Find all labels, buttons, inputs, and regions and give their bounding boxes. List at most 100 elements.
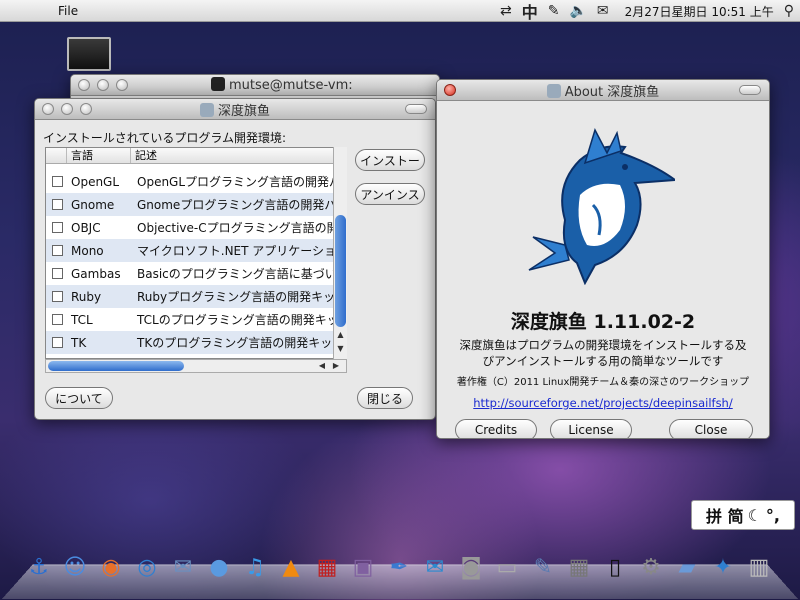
close-button[interactable]: 閉じる bbox=[357, 387, 413, 409]
vlc-icon[interactable]: ▲ bbox=[274, 550, 308, 584]
mail-status-icon[interactable]: ✉ bbox=[597, 3, 609, 19]
installed-list[interactable]: 言語 記述 OpenGL OpenGLプログラミング言語の開発パ Gnome Gnom… bbox=[45, 147, 347, 359]
quill-icon[interactable]: ✒ bbox=[382, 550, 416, 584]
list-item-description: Rubyプログラミング言語の開発キッ bbox=[137, 290, 336, 304]
about-window: About 深度旗鱼 深度旗鱼 1.11.02-2 深度旗鱼はプログラムの開発環… bbox=[436, 79, 770, 439]
list-item[interactable]: Gambas Basicのプログラミング言語に基づい bbox=[46, 262, 346, 285]
main-title: 深度旗鱼 bbox=[35, 100, 435, 119]
input-switch-icon[interactable]: ⇄ bbox=[500, 3, 512, 19]
vertical-scroll-thumb[interactable] bbox=[335, 215, 346, 327]
people-icon[interactable]: ● bbox=[202, 550, 236, 584]
list-item-checkbox[interactable] bbox=[52, 176, 63, 187]
list-item-checkbox[interactable] bbox=[52, 291, 63, 302]
list-item-checkbox[interactable] bbox=[52, 222, 63, 233]
uninstall-button[interactable]: アンインス bbox=[355, 183, 425, 205]
terminal-title: mutse@mutse-vm: bbox=[211, 77, 439, 93]
main-titlebar[interactable]: 深度旗鱼 bbox=[35, 99, 435, 120]
tools-icon[interactable]: ✎ bbox=[548, 3, 560, 19]
list-item-name: OpenGL bbox=[71, 174, 120, 189]
settings-icon[interactable]: ⚙ bbox=[634, 550, 668, 584]
list-item[interactable]: TCL TCLのプログラミング言語の開発キッ bbox=[46, 308, 346, 331]
column-check[interactable] bbox=[46, 148, 66, 163]
terminal-titlebar[interactable]: mutse@mutse-vm: bbox=[71, 75, 439, 96]
scroll-down-arrow-icon[interactable]: ▼ bbox=[334, 343, 347, 355]
list-item-description: Gnomeプログラミング言語の開発パ bbox=[137, 198, 337, 212]
terminal-title-icon bbox=[211, 77, 225, 91]
credits-button[interactable]: Credits bbox=[455, 419, 537, 438]
list-item-checkbox[interactable] bbox=[52, 245, 63, 256]
scanner-icon[interactable]: ▭ bbox=[490, 550, 524, 584]
volume-icon[interactable]: 🔈 bbox=[569, 3, 586, 19]
calculator-icon[interactable]: ▦ bbox=[562, 550, 596, 584]
list-item-checkbox[interactable] bbox=[52, 337, 63, 348]
camera-icon[interactable]: ◙ bbox=[454, 550, 488, 584]
list-item[interactable]: OBJC Objective-Cプログラミング言語の開 bbox=[46, 216, 346, 239]
list-item-description: Basicのプログラミング言語に基づい bbox=[137, 267, 337, 281]
ime-indicator[interactable]: 拼 简 ☾ °, bbox=[691, 500, 795, 530]
sailfish-icon[interactable]: ✦ bbox=[706, 550, 740, 584]
folder-icon[interactable]: ▰ bbox=[670, 550, 704, 584]
horizontal-scrollbar[interactable]: ◀ ▶ bbox=[45, 359, 347, 373]
list-item-description: TCLのプログラミング言語の開発キッ bbox=[137, 313, 339, 327]
desktop-computer-icon[interactable] bbox=[67, 37, 111, 71]
ime-status-icon[interactable]: 中 bbox=[522, 0, 538, 23]
textedit-icon[interactable]: ✎ bbox=[526, 550, 560, 584]
iphoto-icon[interactable]: ▣ bbox=[346, 550, 380, 584]
app-description: 深度旗鱼はプログラムの開発環境をインストールする及びアンインストールする用の簡単… bbox=[459, 338, 747, 368]
horizontal-scroll-thumb[interactable] bbox=[48, 361, 184, 371]
list-item[interactable]: Mono マイクロソフト.NET アプリケーショ bbox=[46, 239, 346, 262]
main-zoom-button[interactable] bbox=[80, 103, 92, 115]
project-link[interactable]: http://sourceforge.net/projects/deepinsa… bbox=[437, 396, 769, 410]
list-item-checkbox[interactable] bbox=[52, 199, 63, 210]
list-item-name: Mono bbox=[71, 243, 104, 258]
anchor-icon[interactable]: ⚓ bbox=[22, 550, 56, 584]
list-item-name: TCL bbox=[71, 312, 93, 327]
column-description[interactable]: 記述 bbox=[130, 148, 346, 163]
toolbar-toggle-button[interactable] bbox=[405, 104, 427, 114]
app-copyright: 著作権（C）2011 Linux開発チーム＆秦の深さのワークショップ bbox=[456, 377, 750, 388]
mail-icon[interactable]: ✉ bbox=[166, 550, 200, 584]
main-minimize-button[interactable] bbox=[61, 103, 73, 115]
about-toolbar-toggle-button[interactable] bbox=[739, 85, 761, 95]
trash-icon[interactable]: ▥ bbox=[742, 550, 776, 584]
list-item[interactable]: OpenGL OpenGLプログラミング言語の開発パ bbox=[46, 170, 346, 193]
chrome-icon[interactable]: ◎ bbox=[130, 550, 164, 584]
photo-booth-icon[interactable]: ▦ bbox=[310, 550, 344, 584]
list-item-checkbox[interactable] bbox=[52, 314, 63, 325]
list-column-header: 言語 記述 bbox=[46, 148, 346, 164]
about-close-action-button[interactable]: Close bbox=[669, 419, 753, 438]
finder-icon[interactable]: ☺ bbox=[58, 550, 92, 584]
menu-file[interactable]: File bbox=[58, 4, 78, 18]
about-titlebar[interactable]: About 深度旗鱼 bbox=[437, 80, 769, 101]
list-item-description: マイクロソフト.NET アプリケーショ bbox=[137, 244, 337, 258]
scroll-up-arrow-icon[interactable]: ▲ bbox=[334, 329, 347, 341]
about-close-button[interactable] bbox=[444, 84, 456, 96]
list-item[interactable]: Gnome Gnomeプログラミング言語の開発パ bbox=[46, 193, 346, 216]
menubar-clock[interactable]: 2月27日星期日 10:51 上午 bbox=[625, 3, 774, 20]
menubar-status-area: ⇄ 中 ✎ 🔈 ✉ 2月27日星期日 10:51 上午 ⚲ bbox=[500, 0, 800, 22]
terminal-minimize-button[interactable] bbox=[97, 79, 109, 91]
about-title: About 深度旗鱼 bbox=[437, 81, 769, 100]
about-button[interactable]: について bbox=[45, 387, 113, 409]
ime-mode-text: 拼 简 bbox=[706, 507, 744, 526]
license-button[interactable]: License bbox=[550, 419, 632, 438]
mail-app-icon[interactable]: ✉ bbox=[418, 550, 452, 584]
list-item-checkbox[interactable] bbox=[52, 268, 63, 279]
terminal-zoom-button[interactable] bbox=[116, 79, 128, 91]
scroll-right-arrow-icon[interactable]: ▶ bbox=[330, 360, 342, 372]
terminal-icon[interactable]: ▯ bbox=[598, 550, 632, 584]
list-item[interactable]: Ruby Rubyプログラミング言語の開発キッ bbox=[46, 285, 346, 308]
list-item[interactable]: TK TKのプログラミング言語の開発キッ bbox=[46, 331, 346, 354]
itunes-icon[interactable]: ♫ bbox=[238, 550, 272, 584]
terminal-close-button[interactable] bbox=[78, 79, 90, 91]
punctuation-icon: °, bbox=[765, 505, 780, 525]
install-button[interactable]: インストー bbox=[355, 149, 425, 171]
list-item-name: Ruby bbox=[71, 289, 102, 304]
firefox-icon[interactable]: ◉ bbox=[94, 550, 128, 584]
vertical-scrollbar[interactable]: ▲ ▼ bbox=[333, 147, 347, 359]
scroll-left-arrow-icon[interactable]: ◀ bbox=[316, 360, 328, 372]
spotlight-icon[interactable]: ⚲ bbox=[784, 3, 794, 19]
column-language[interactable]: 言語 bbox=[66, 148, 130, 163]
main-close-button[interactable] bbox=[42, 103, 54, 115]
about-body: 深度旗鱼 1.11.02-2 深度旗鱼はプログラムの開発環境をインストールする及… bbox=[437, 101, 769, 438]
